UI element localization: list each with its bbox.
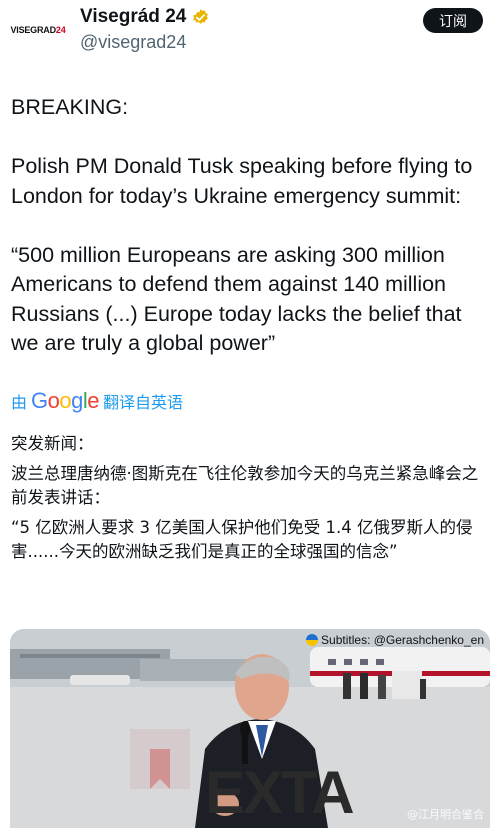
video-thumbnail[interactable]: Subtitles: @Gerashchenko_en EXTA @江月明合鉴合 <box>10 629 490 828</box>
avatar-logo: VISEGRAD24 <box>10 25 66 35</box>
verified-badge-icon <box>193 8 209 24</box>
tweet-header: VISEGRAD24 Visegrád 24 @visegrad24 订阅 <box>0 0 500 64</box>
translate-suffix: 翻译自英语 <box>103 393 184 412</box>
account-name[interactable]: Visegrád 24 <box>80 6 210 28</box>
translated-line: 突发新闻： <box>11 434 94 453</box>
avatar[interactable]: VISEGRAD24 <box>10 10 66 50</box>
translated-text: 突发新闻： 波兰总理唐纳德·图斯克在飞往伦敦参加今天的乌克兰紧急峰会之前发表讲话… <box>11 432 491 570</box>
subtitle-credit: Subtitles: @Gerashchenko_en <box>306 633 484 647</box>
watermark: @江月明合鉴合 <box>407 808 484 821</box>
ukraine-flag-icon <box>306 634 319 646</box>
tweet-line: Polish PM Donald Tusk speaking before fl… <box>11 154 473 208</box>
translate-link[interactable]: 由 Google 翻译自英语 <box>11 388 183 414</box>
follow-button[interactable]: 订阅 <box>423 8 483 33</box>
translate-prefix: 由 <box>11 393 28 412</box>
subtitle-credit-text: Subtitles: @Gerashchenko_en <box>321 633 484 647</box>
tweet-line: BREAKING: <box>11 95 129 119</box>
google-logo: Google <box>31 388 100 413</box>
tweet-body: BREAKING: Polish PM Donald Tusk speaking… <box>11 93 491 359</box>
account-handle[interactable]: @visegrad24 <box>80 32 186 53</box>
account-name-text[interactable]: Visegrád 24 <box>80 6 186 28</box>
translated-line: “5 亿欧洲人要求 3 亿美国人保护他们免受 1.4 亿俄罗斯人的侵害.....… <box>11 518 473 561</box>
translated-line: 波兰总理唐纳德·图斯克在飞往伦敦参加今天的乌克兰紧急峰会之前发表讲话： <box>11 464 479 507</box>
tweet-line: “500 million Europeans are asking 300 mi… <box>11 242 462 356</box>
podium-sign-text: EXTA <box>205 759 355 826</box>
